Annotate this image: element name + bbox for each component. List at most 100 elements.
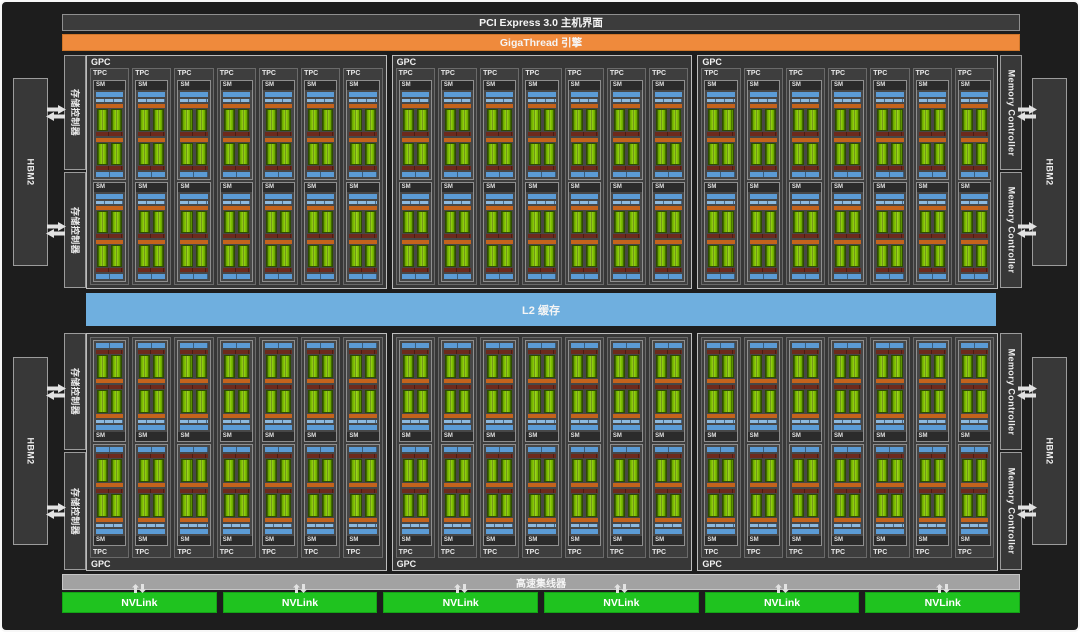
maroon-bar	[960, 489, 988, 493]
core-array	[792, 143, 819, 165]
core-column	[571, 143, 583, 165]
maroon-bar	[96, 350, 124, 354]
core-column	[416, 245, 428, 267]
sm-block: SM	[93, 340, 127, 442]
core-column	[849, 355, 861, 378]
core-array	[876, 245, 903, 267]
core-column	[627, 245, 640, 267]
sm-label: SM	[441, 432, 474, 441]
blue-bar-thin	[876, 524, 904, 527]
tpc-label: TPC	[93, 549, 107, 556]
compute-block	[180, 104, 208, 136]
blue-bar-top	[570, 92, 598, 97]
maroon-bar	[96, 489, 124, 493]
orange-bar	[570, 483, 598, 487]
sm-block: SM	[873, 444, 907, 546]
sm-label: SM	[399, 183, 431, 192]
sm-body	[832, 341, 863, 432]
maroon-bar	[834, 268, 862, 272]
maroon-bar	[707, 166, 735, 170]
compute-block	[791, 385, 820, 418]
tpc-block: TPC SM SM	[954, 68, 994, 285]
compute-block	[749, 350, 777, 383]
blue-bar-top	[707, 425, 735, 430]
orange-bar	[307, 240, 335, 244]
compute-block	[655, 240, 683, 272]
core-array	[571, 211, 598, 233]
blue-bar-thin	[918, 99, 946, 102]
maroon-bar	[707, 234, 735, 238]
core-array	[528, 109, 555, 131]
blue-bar-thin	[528, 99, 556, 102]
blue-bar-thin	[960, 524, 988, 527]
compute-block	[791, 240, 820, 272]
sm-block: SM	[93, 80, 127, 180]
tpc-block: TPC SM SM	[216, 68, 256, 285]
maroon-bar	[612, 166, 641, 170]
sm-block: SM	[652, 182, 686, 282]
core-column	[708, 494, 720, 517]
memory-controller-label: 存储控制器	[69, 206, 80, 254]
core-array	[444, 355, 471, 378]
memory-controller-label: Memory Controller	[1006, 186, 1016, 274]
orange-bar	[528, 518, 556, 522]
orange-bar	[307, 379, 335, 383]
compute-block	[655, 104, 683, 136]
core-column	[919, 459, 931, 482]
blue-bar-top	[264, 529, 293, 534]
blue-bar-thin	[655, 420, 683, 423]
blue-bar-bottom	[960, 447, 988, 452]
core-array	[138, 390, 165, 413]
orange-bar	[918, 414, 946, 418]
blue-bar-thin	[349, 420, 377, 423]
compute-block	[918, 454, 946, 487]
orange-bar	[876, 206, 904, 210]
maroon-bar	[834, 132, 862, 136]
core-array	[834, 143, 861, 165]
sm-label: SM	[568, 183, 600, 192]
sm-label: SM	[568, 81, 600, 90]
orange-bar	[707, 240, 735, 244]
blue-bar-top	[960, 194, 988, 199]
core-array	[919, 390, 946, 413]
compute-block	[349, 350, 377, 383]
core-array	[792, 459, 819, 482]
orange-bar	[528, 414, 556, 418]
core-column	[849, 211, 861, 233]
sm-label: SM	[832, 536, 864, 545]
orange-bar	[612, 483, 641, 487]
core-column	[670, 494, 682, 517]
orange-bar	[264, 518, 293, 522]
core-column	[750, 355, 762, 378]
blue-bar-thin	[655, 524, 683, 527]
sm-label: SM	[399, 81, 431, 90]
memory-controller-box: 存储控制器	[64, 55, 86, 170]
blue-bar-top	[486, 194, 514, 199]
blue-bar-thin	[749, 420, 777, 423]
sm-body	[484, 192, 515, 281]
compute-block	[834, 350, 862, 383]
gpc-row-top: GPC TPC SM SM TPC SM SM TPC SM SM TPC SM SM TPC SM SM TP…	[86, 55, 999, 289]
sm-body	[178, 445, 209, 536]
core-array	[96, 390, 123, 413]
core-array	[571, 109, 598, 131]
orange-bar	[612, 414, 641, 418]
memory-controller-box: 存储控制器	[64, 452, 86, 570]
sm-block: SM	[398, 340, 432, 442]
compute-block	[264, 206, 293, 238]
sm-block: SM	[873, 182, 907, 282]
blue-bar-top	[443, 529, 472, 534]
core-column	[350, 109, 362, 131]
core-column	[571, 245, 583, 267]
blue-bar-bottom	[707, 274, 735, 279]
compute-block	[570, 240, 598, 272]
compute-block	[707, 240, 735, 272]
maroon-bar	[791, 234, 820, 238]
maroon-bar	[138, 268, 166, 272]
orange-bar	[655, 138, 683, 142]
blue-bar-top	[570, 194, 598, 199]
sm-body	[136, 341, 167, 432]
core-column	[792, 143, 804, 165]
orange-bar	[138, 379, 166, 383]
hbm2-label: HBM2	[1044, 437, 1055, 465]
